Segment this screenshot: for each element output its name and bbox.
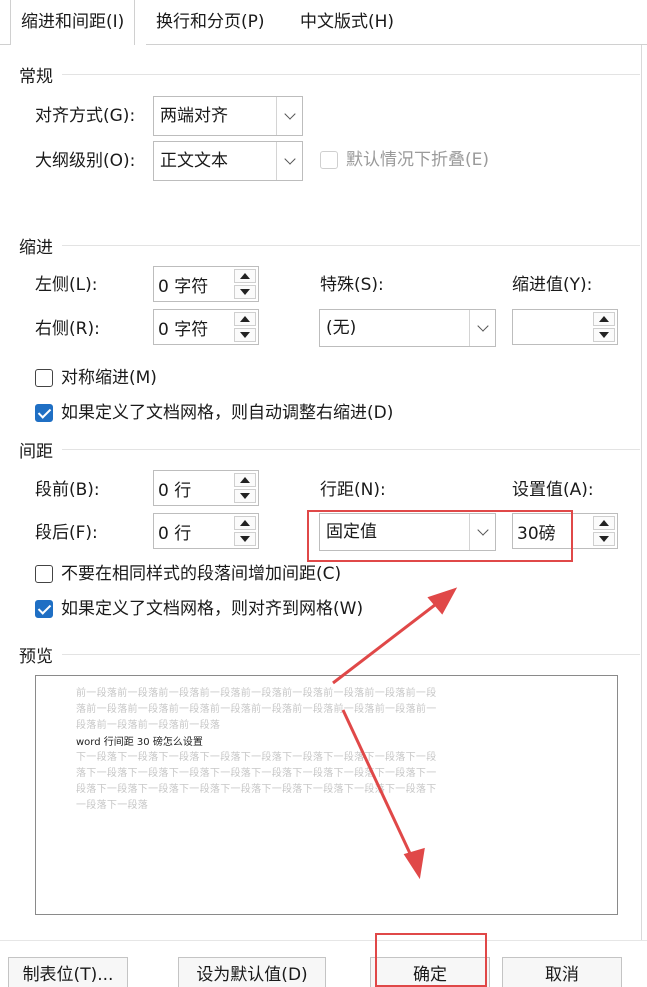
annotation-arrow-line <box>332 596 445 685</box>
annotation-arrowhead <box>427 587 458 615</box>
annotation-arrowhead <box>403 847 425 880</box>
annotation-arrows <box>332 587 458 880</box>
annotation-arrow-line <box>341 709 416 863</box>
